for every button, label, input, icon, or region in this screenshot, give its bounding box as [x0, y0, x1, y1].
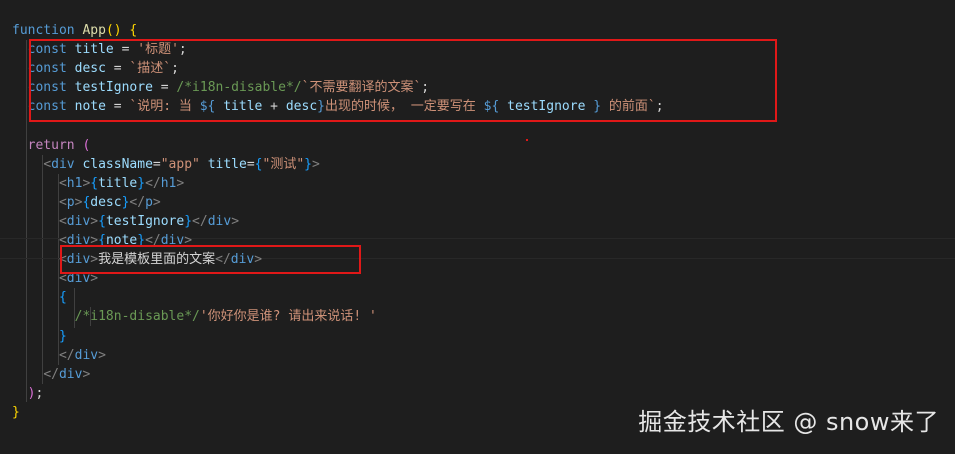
code-token: title — [98, 175, 138, 191]
code-token: } — [184, 213, 193, 229]
code-token: "app" — [160, 156, 200, 172]
code-token: </ — [129, 194, 146, 210]
code-token: p — [145, 194, 153, 210]
code-token: div — [58, 366, 83, 382]
code-token: { — [254, 156, 263, 172]
highlight-box-template-text — [60, 245, 361, 274]
code-token: < — [58, 194, 67, 210]
code-token: } — [304, 156, 312, 172]
code-token: App — [82, 23, 106, 38]
code-line[interactable]: <h1>{title}</h1> — [12, 174, 664, 193]
code-token: div — [207, 213, 232, 229]
code-token: '你好你是谁? 请出来说话! ' — [199, 309, 377, 325]
code-token: div — [66, 213, 91, 229]
code-token: { — [98, 213, 106, 229]
code-token: div — [74, 347, 99, 363]
code-token: } — [12, 404, 20, 420]
code-token: </ — [145, 175, 161, 191]
code-token: h1 — [66, 175, 83, 191]
code-editor[interactable]: function App() { const title = '标题'; con… — [0, 0, 955, 454]
code-line[interactable]: function App() { — [12, 21, 664, 40]
code-token: ; — [35, 385, 44, 401]
code-token: title — [207, 156, 247, 172]
code-token: < — [43, 156, 52, 172]
code-token: > — [176, 175, 185, 191]
code-token: </ — [43, 366, 59, 382]
code-token: return — [27, 137, 75, 153]
code-token: { — [90, 175, 99, 191]
code-token: = — [246, 156, 255, 172]
code-token: < — [58, 175, 67, 191]
code-token: } — [137, 175, 146, 191]
code-line[interactable]: } — [12, 403, 664, 422]
code-token: > — [82, 366, 91, 382]
code-token: < — [58, 213, 67, 229]
code-token: function — [12, 23, 75, 38]
code-token: className — [82, 156, 153, 172]
red-dot-mark — [526, 139, 528, 141]
code-token: </ — [192, 213, 208, 229]
code-token: desc — [90, 194, 122, 210]
code-token: </ — [58, 347, 75, 363]
code-token: > — [311, 156, 320, 172]
code-token: } — [58, 328, 67, 344]
code-token: > — [90, 213, 99, 229]
watermark-text: 掘金技术社区 @ snow来了 — [638, 408, 939, 436]
code-token: ( — [82, 137, 91, 153]
code-token: { — [58, 290, 67, 306]
highlight-box-constants — [29, 39, 777, 122]
code-token: = — [152, 156, 161, 172]
code-token: () — [105, 23, 122, 38]
code-line[interactable]: <div>{testIgnore}</div> — [12, 212, 664, 231]
code-token: > — [98, 347, 106, 363]
code-token: { — [129, 23, 138, 38]
code-line[interactable]: <p>{desc}</p> — [12, 193, 664, 212]
code-line[interactable]: return ( — [12, 136, 664, 155]
code-token: "测试" — [262, 156, 305, 172]
code-token: div — [51, 156, 75, 172]
code-line[interactable]: } — [12, 327, 664, 346]
code-line[interactable]: </div> — [12, 365, 664, 384]
code-line[interactable]: { — [12, 288, 664, 307]
code-line[interactable]: </div> — [12, 346, 664, 365]
code-line[interactable]: <div className="app" title={"测试"}> — [12, 155, 664, 174]
code-token: p — [66, 194, 75, 210]
code-token: > — [231, 213, 240, 229]
code-line[interactable]: ); — [12, 384, 664, 403]
code-token: /*i18n-disable*/ — [74, 309, 200, 325]
code-line[interactable]: /*i18n-disable*/'你好你是谁? 请出来说话! ' — [12, 307, 664, 326]
code-token: testIgnore — [105, 213, 185, 229]
code-token: > — [152, 194, 161, 210]
code-token: h1 — [160, 175, 177, 191]
